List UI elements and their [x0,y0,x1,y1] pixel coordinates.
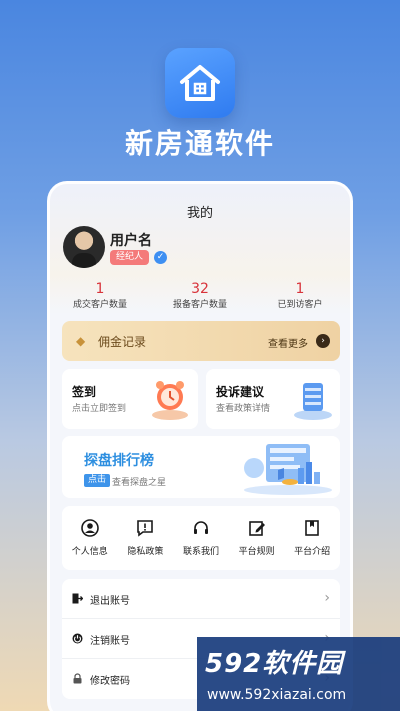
quick-item-label: 个人信息 [71,547,108,557]
watermark: 592软件园 www.592xiazai.com [197,637,400,711]
watermark-logo: 592软件园 [205,649,344,679]
stat-value: 1 [295,281,305,297]
quick-item-contact[interactable]: 联系我们 [173,506,229,570]
app-title: 新房通软件 [124,127,275,160]
avatar[interactable] [63,226,105,268]
phone-screen: 我的 用户名 经纪人 ✓ 1 成交客户数量 32 报备客户数量 1 已到访客户 … [47,181,353,711]
stat-label: 已到访客户 [277,300,323,310]
quick-item-label: 平台介绍 [294,547,331,557]
quick-item-label: 平台规则 [238,547,275,557]
complaint-title: 投诉建议 [216,385,265,399]
ranking-subtitle: 查看探盘之星 [112,478,167,488]
quick-links: 个人信息 隐私政策 联系我们 平台规则 平台介绍 [62,506,340,570]
menu-item-label: 退出账号 [90,596,130,607]
headset-icon [193,521,208,534]
logout-icon [72,593,83,604]
stat-value: 32 [191,281,209,297]
quick-item-privacy[interactable]: 隐私政策 [118,506,174,570]
alarm-clock-icon [152,381,188,420]
ranking-card[interactable]: 探盘排行榜 点击 查看探盘之星 [62,436,340,498]
stat-label: 报备客户数量 [172,300,227,310]
quick-item-intro[interactable]: 平台介绍 [284,506,340,570]
complaint-subtitle: 查看政策详情 [216,404,271,414]
username: 用户名 [110,233,152,249]
dashboard-illustration-icon [244,444,332,495]
quick-item-label: 隐私政策 [127,547,164,557]
stat-visited[interactable]: 1 已到访客户 [250,280,350,316]
bookmark-icon [305,520,319,536]
stat-value: 1 [95,281,105,297]
chevron-right-icon[interactable]: › [316,334,330,348]
quick-item-profile[interactable]: 个人信息 [62,506,118,570]
role-badge: 经纪人 [110,250,150,265]
stat-deals[interactable]: 1 成交客户数量 [50,280,150,316]
diamond-icon: ◆ [76,334,86,348]
ranking-title: 探盘排行榜 [84,453,154,469]
checkin-title: 签到 [72,385,97,399]
app-icon [165,48,235,118]
stat-reported[interactable]: 32 报备客户数量 [150,280,250,316]
stat-label: 成交客户数量 [72,300,127,310]
click-badge[interactable]: 点击 [84,474,111,487]
page-title: 我的 [186,206,213,221]
commission-banner[interactable]: ◆ 佣金记录 查看更多 › [62,321,340,361]
menu-item-logout[interactable]: 退出账号 › [62,579,340,619]
complaint-card[interactable]: 投诉建议 查看政策详情 [206,369,340,429]
checkin-card[interactable]: 签到 点击立即签到 [62,369,198,429]
lock-icon [73,673,82,684]
menu-item-label: 修改密码 [90,676,130,687]
database-icon [294,383,332,420]
quick-item-label: 联系我们 [182,547,219,557]
chevron-right-icon: › [324,590,330,606]
power-icon [72,633,83,644]
quick-item-rules[interactable]: 平台规则 [229,506,285,570]
edit-icon [248,521,265,536]
view-more-link[interactable]: 查看更多 [268,335,308,350]
stats-row: 1 成交客户数量 32 报备客户数量 1 已到访客户 [50,280,350,316]
watermark-url: www.592xiazai.com [207,687,347,703]
alert-chat-icon [137,520,154,537]
menu-item-label: 注销账号 [90,636,130,647]
house-icon [180,65,220,101]
commission-label: 佣金记录 [98,335,147,349]
verified-icon: ✓ [154,251,167,264]
user-icon [80,519,99,537]
checkin-subtitle: 点击立即签到 [72,404,127,414]
